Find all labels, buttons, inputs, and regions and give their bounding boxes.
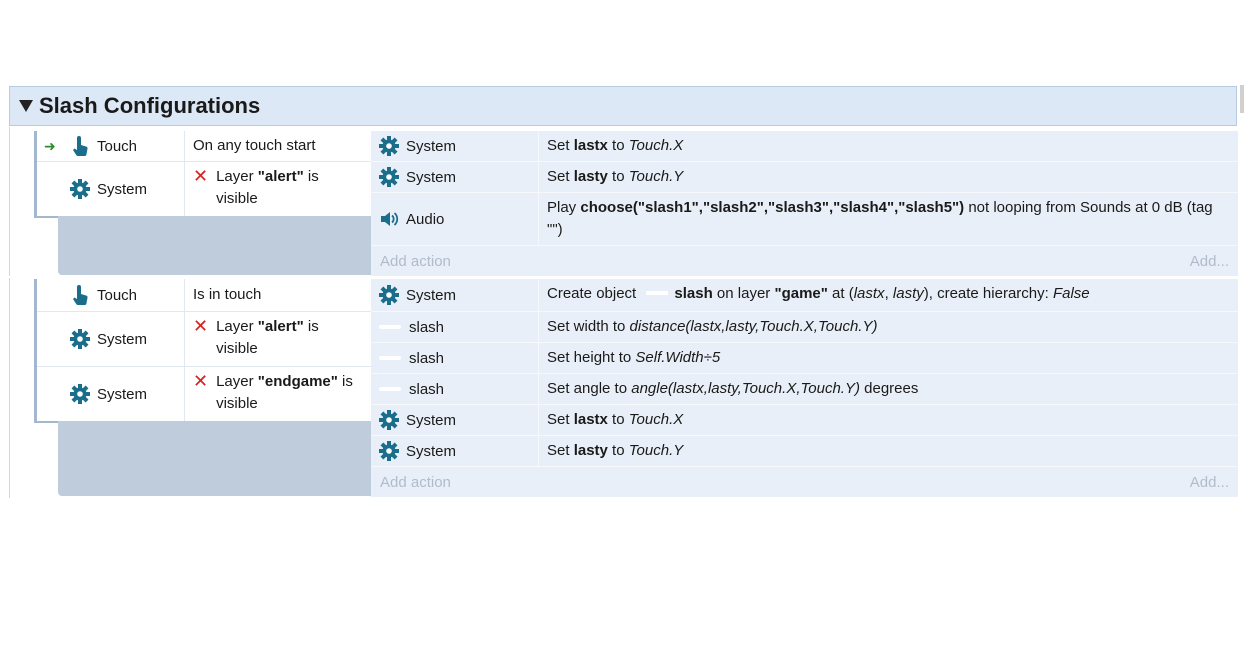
action-text: Set lasty to Touch.Y — [547, 168, 684, 185]
gear-icon — [379, 410, 399, 430]
slash-sprite-icon — [379, 387, 401, 391]
trigger-arrow-icon: ➜ — [44, 137, 56, 154]
add-action-row[interactable]: Add action Add... — [371, 246, 1238, 276]
condition-text: ✕ Layer "alert" is visible — [193, 316, 319, 357]
action-object[interactable]: System — [371, 131, 539, 161]
actions-block[interactable]: System Set lastx to Touch.X System Set l… — [371, 131, 1238, 276]
add-action-row[interactable]: Add action Add... — [371, 467, 1238, 497]
action-object[interactable]: slash — [371, 374, 539, 404]
action-text: Set height to Self.Width÷5 — [547, 349, 721, 366]
invert-x-icon: ✕ — [193, 166, 209, 186]
condition-text: Is in touch — [193, 286, 262, 303]
add-more-link[interactable]: Add... — [1190, 253, 1229, 270]
gear-icon — [379, 167, 399, 187]
action-row[interactable]: System Set lasty to Touch.Y — [371, 436, 1238, 467]
action-object[interactable]: System — [371, 436, 539, 466]
group-header[interactable]: Slash Configurations — [9, 86, 1237, 126]
scrollbar[interactable] — [1240, 85, 1244, 113]
condition-object[interactable]: ➜ Touch — [37, 131, 185, 161]
action-text: Play choose("slash1","slash2","slash3","… — [547, 199, 1213, 238]
gear-icon — [379, 441, 399, 461]
group-rail — [9, 127, 10, 498]
condition-object[interactable]: Touch — [37, 279, 185, 311]
invert-x-icon: ✕ — [193, 316, 209, 336]
action-row[interactable]: slash Set angle to angle(lastx,lasty,Tou… — [371, 374, 1238, 405]
actions-block[interactable]: System Create object slash on layer "gam… — [371, 279, 1238, 497]
action-text: Create object slash on layer "game" at (… — [547, 285, 1090, 302]
add-action-link[interactable]: Add action — [380, 474, 451, 491]
gear-icon — [70, 384, 90, 404]
touch-hand-icon — [70, 136, 90, 156]
event-sheet: Slash Configurations ➜ Touch On any touc… — [8, 85, 1244, 498]
conditions-block[interactable]: Touch Is in touch System ✕ Layer "alert"… — [34, 279, 371, 423]
touch-hand-icon — [70, 285, 90, 305]
collapse-triangle-icon[interactable] — [19, 100, 33, 112]
action-text: Set angle to angle(lastx,lasty,Touch.X,T… — [547, 380, 919, 397]
speaker-icon — [379, 209, 399, 229]
condition-row[interactable]: ➜ Touch On any touch start — [37, 131, 371, 162]
condition-row[interactable]: System ✕ Layer "alert" is visible — [37, 162, 371, 216]
condition-object[interactable]: System — [37, 162, 185, 216]
gear-icon — [70, 179, 90, 199]
condition-object[interactable]: System — [37, 312, 185, 366]
condition-row[interactable]: System ✕ Layer "alert" is visible — [37, 312, 371, 367]
action-object[interactable]: slash — [371, 343, 539, 373]
action-object[interactable]: System — [371, 405, 539, 435]
slash-sprite-icon — [379, 325, 401, 329]
slash-sprite-icon — [379, 356, 401, 360]
condition-object[interactable]: System — [37, 367, 185, 421]
action-object[interactable]: System — [371, 279, 539, 311]
condition-filler — [58, 421, 371, 496]
action-text: Set lasty to Touch.Y — [547, 442, 684, 459]
action-row[interactable]: System Set lasty to Touch.Y — [371, 162, 1238, 193]
condition-text: On any touch start — [193, 137, 316, 154]
add-more-link[interactable]: Add... — [1190, 474, 1229, 491]
action-object[interactable]: Audio — [371, 193, 539, 245]
action-row[interactable]: System Create object slash on layer "gam… — [371, 279, 1238, 312]
action-row[interactable]: Audio Play choose("slash1","slash2","sla… — [371, 193, 1238, 246]
action-text: Set lastx to Touch.X — [547, 137, 684, 154]
condition-filler — [58, 216, 371, 275]
action-row[interactable]: System Set lastx to Touch.X — [371, 131, 1238, 162]
condition-row[interactable]: Touch Is in touch — [37, 279, 371, 312]
action-text: Set lastx to Touch.X — [547, 411, 684, 428]
invert-x-icon: ✕ — [193, 371, 209, 391]
event-separator — [8, 276, 1244, 278]
action-text: Set width to distance(lastx,lasty,Touch.… — [547, 318, 878, 335]
add-action-link[interactable]: Add action — [380, 253, 451, 270]
group-title: Slash Configurations — [39, 93, 261, 118]
condition-text: ✕ Layer "endgame" is visible — [193, 371, 353, 412]
action-row[interactable]: slash Set height to Self.Width÷5 — [371, 343, 1238, 374]
condition-text: ✕ Layer "alert" is visible — [193, 166, 319, 207]
action-row[interactable]: slash Set width to distance(lastx,lasty,… — [371, 312, 1238, 343]
gear-icon — [70, 329, 90, 349]
gear-icon — [379, 136, 399, 156]
conditions-block[interactable]: ➜ Touch On any touch start System ✕ Laye… — [34, 131, 371, 218]
action-row[interactable]: System Set lastx to Touch.X — [371, 405, 1238, 436]
action-object[interactable]: slash — [371, 312, 539, 342]
slash-sprite-icon — [646, 290, 669, 295]
condition-row[interactable]: System ✕ Layer "endgame" is visible — [37, 367, 371, 421]
action-object[interactable]: System — [371, 162, 539, 192]
gear-icon — [379, 285, 399, 305]
